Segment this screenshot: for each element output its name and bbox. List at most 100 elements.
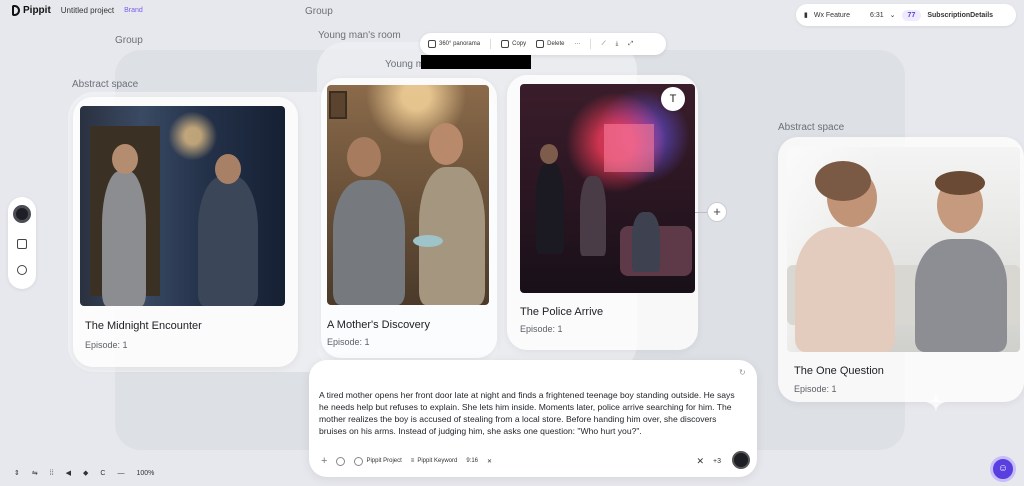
card-title: The One Question bbox=[794, 365, 884, 377]
keyword-chip-label: Pippit Keyword bbox=[417, 458, 458, 464]
more-button[interactable]: ··· bbox=[574, 41, 580, 47]
card-title: The Midnight Encounter bbox=[85, 320, 202, 332]
scene-card-police-arrive[interactable]: T The Police Arrive Episode: 1 bbox=[507, 75, 698, 350]
delete-button[interactable]: Delete bbox=[536, 40, 564, 48]
expand-icon[interactable]: ⤢ bbox=[628, 41, 633, 48]
group-label-left: Group bbox=[115, 35, 143, 46]
card-episode: Episode: 1 bbox=[520, 324, 563, 334]
copy-button[interactable]: Copy bbox=[501, 40, 526, 48]
scene-card-midnight-encounter[interactable]: The Midnight Encounter Episode: 1 bbox=[73, 97, 298, 367]
magic-wand-icon[interactable]: ⟋ bbox=[601, 41, 605, 48]
node-connector bbox=[695, 212, 707, 213]
project-name[interactable]: Untitled project bbox=[61, 6, 114, 15]
chevron-down-icon[interactable]: ⌄ bbox=[890, 11, 896, 19]
boy-figure bbox=[198, 176, 258, 306]
mother-head bbox=[429, 123, 463, 165]
shield-icon[interactable] bbox=[17, 265, 27, 275]
boy-figure bbox=[333, 180, 405, 305]
grid-icon[interactable]: ⁞⁞ bbox=[50, 470, 54, 477]
mother-figure bbox=[102, 171, 146, 306]
add-attachment-button[interactable]: + bbox=[321, 455, 327, 467]
sort-icon[interactable]: ⇕ bbox=[14, 469, 20, 477]
card-episode: Episode: 1 bbox=[327, 337, 370, 347]
time-readout: 6:31 bbox=[870, 11, 884, 19]
card-episode: Episode: 1 bbox=[794, 384, 837, 394]
send-button[interactable] bbox=[732, 451, 750, 469]
trash-icon bbox=[536, 40, 545, 48]
redaction-bar bbox=[421, 55, 531, 69]
bowl-shape bbox=[413, 235, 443, 247]
refresh-icon[interactable]: C bbox=[100, 470, 105, 477]
header-right: ▮ Wx Feature 6:31 ⌄ 77 SubscriptionDetai… bbox=[796, 4, 1016, 26]
project-chip-label: Pippit Project bbox=[366, 458, 402, 464]
align-icon[interactable]: ⇋ bbox=[32, 469, 38, 477]
delete-label: Delete bbox=[547, 41, 565, 47]
node-toolbar: 360° panorama Copy Delete ··· ⟋ ⤓ ⤢ bbox=[420, 33, 666, 55]
boy-head bbox=[347, 137, 381, 177]
scene-image-mothers-discovery bbox=[327, 85, 489, 305]
toolbar-divider bbox=[490, 39, 492, 49]
account-button[interactable]: SubscriptionDetails bbox=[927, 12, 993, 19]
scene-image-police-arrive bbox=[520, 84, 695, 293]
pippit-logo[interactable]: Pippit bbox=[12, 5, 51, 16]
mother-head bbox=[112, 144, 138, 174]
status-text[interactable]: Wx Feature bbox=[814, 12, 850, 19]
text-tool-button[interactable]: T bbox=[661, 87, 685, 111]
scene-image-one-question bbox=[787, 147, 1020, 352]
wall-frame bbox=[329, 91, 347, 119]
settings-icon[interactable] bbox=[336, 456, 346, 466]
panorama-button[interactable]: 360° panorama bbox=[428, 40, 480, 48]
count-badge[interactable]: +3 bbox=[713, 458, 721, 465]
keyword-chip[interactable]: ≡ Pippit Keyword bbox=[411, 458, 458, 464]
credits-count: 77 bbox=[907, 11, 916, 19]
left-tool-rail bbox=[8, 197, 36, 289]
assistant-icon: ☺ bbox=[997, 463, 1009, 474]
sparkle-icon: ✦ bbox=[925, 388, 947, 418]
bottom-toolbar: ⇕ ⇋ ⁞⁞ ◀ ◆ C — 100% bbox=[14, 469, 154, 478]
keyword-icon: ≡ bbox=[410, 458, 415, 464]
document-icon[interactable] bbox=[17, 239, 27, 249]
officer-head bbox=[540, 144, 558, 164]
ai-agent-icon[interactable] bbox=[13, 205, 31, 223]
copy-icon bbox=[501, 40, 510, 48]
room-label: Young man's room bbox=[318, 30, 401, 41]
zoom-level[interactable]: 100% bbox=[136, 470, 154, 477]
add-node-button[interactable]: + bbox=[707, 202, 727, 222]
aspect-ratio[interactable]: 9:16 bbox=[466, 458, 478, 464]
card-episode: Episode: 1 bbox=[85, 340, 128, 350]
refresh-icon[interactable]: ↻ bbox=[739, 368, 746, 377]
card-title: A Mother's Discovery bbox=[327, 319, 430, 331]
navigation-icon[interactable]: ◆ bbox=[83, 469, 88, 477]
project-chip[interactable]: Pippit Project bbox=[354, 456, 402, 466]
mother-figure bbox=[580, 176, 606, 256]
close-icon[interactable]: ✕ bbox=[487, 458, 492, 465]
project-icon bbox=[354, 456, 364, 466]
shuffle-icon[interactable]: ✕ bbox=[696, 456, 704, 467]
assistant-button[interactable]: ☺ bbox=[990, 456, 1016, 482]
copy-label: Copy bbox=[512, 41, 527, 47]
prompt-textarea[interactable]: A tired mother opens her front door late… bbox=[319, 389, 744, 437]
abstract-space-label-left: Abstract space bbox=[72, 79, 139, 90]
abstract-space-label-right: Abstract space bbox=[778, 122, 845, 133]
download-icon[interactable]: ⤓ bbox=[616, 41, 619, 48]
group-label-top: Group bbox=[305, 6, 333, 17]
brand-badge[interactable]: Brand bbox=[124, 7, 143, 14]
scene-card-one-question[interactable]: The One Question Episode: 1 bbox=[778, 137, 1024, 402]
pippit-logo-icon bbox=[12, 5, 20, 16]
credits-badge[interactable]: 77 bbox=[901, 9, 922, 21]
boy-hair bbox=[935, 171, 985, 195]
back-icon[interactable]: ◀ bbox=[66, 469, 71, 477]
scene-image-midnight-encounter bbox=[80, 106, 285, 306]
panorama-label: 360° panorama bbox=[439, 41, 481, 47]
officer-figure bbox=[536, 162, 564, 254]
prompt-panel: ↻ A tired mother opens her front door la… bbox=[309, 360, 757, 477]
scene-card-mothers-discovery[interactable]: A Mother's Discovery Episode: 1 bbox=[321, 78, 497, 358]
toolbar-divider bbox=[590, 39, 592, 49]
zoom-out-icon[interactable]: — bbox=[117, 470, 124, 477]
mother-figure bbox=[795, 227, 895, 352]
text-tool-icon: T bbox=[669, 93, 677, 105]
panorama-icon bbox=[428, 40, 436, 48]
header-left: Pippit Untitled project Brand bbox=[12, 5, 143, 16]
mother-hair bbox=[815, 161, 871, 201]
boy-figure bbox=[915, 239, 1007, 352]
